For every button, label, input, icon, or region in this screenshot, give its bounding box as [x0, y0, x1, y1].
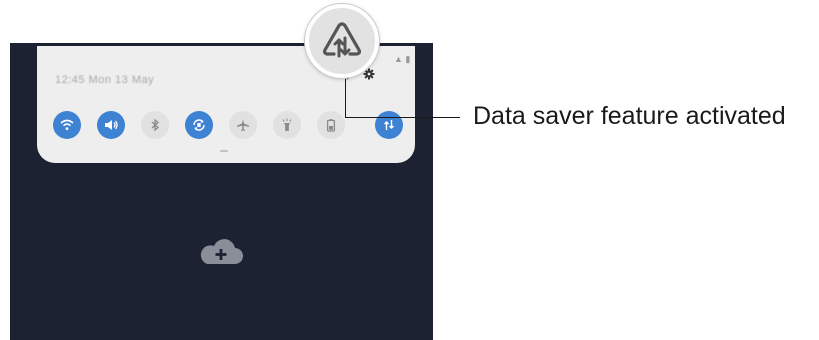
- magnified-data-saver-icon: [305, 4, 379, 78]
- cloud-add-icon[interactable]: [197, 238, 245, 271]
- sound-icon: [105, 120, 118, 130]
- date-time-label: 12:45 Mon 13 May: [55, 74, 155, 86]
- bluetooth-icon: [151, 118, 159, 132]
- callout-label: Data saver feature activated: [473, 102, 786, 130]
- data-saver-icon: [384, 120, 394, 130]
- auto-rotate-icon: [193, 119, 205, 131]
- wifi-tile[interactable]: [53, 111, 81, 139]
- battery-icon: [326, 119, 336, 132]
- callout-leader-vertical: [345, 79, 346, 117]
- power-saving-tile[interactable]: [317, 111, 345, 139]
- flashlight-tile[interactable]: [273, 111, 301, 139]
- callout-leader-horizontal: [345, 117, 460, 118]
- status-indicator: ▲ ▮: [394, 54, 411, 64]
- sound-tile[interactable]: [97, 111, 125, 139]
- auto-rotate-tile[interactable]: [185, 111, 213, 139]
- bluetooth-tile[interactable]: [141, 111, 169, 139]
- data-saver-tile[interactable]: [375, 111, 403, 139]
- airplane-tile[interactable]: [229, 111, 257, 139]
- flashlight-icon: [282, 118, 292, 131]
- panel-drag-handle[interactable]: [220, 150, 228, 152]
- data-saver-icon: [322, 22, 362, 58]
- airplane-icon: [237, 119, 249, 131]
- manual-illustration: 12:45 Mon 13 May ▲ ▮ Data saver feature …: [0, 0, 819, 340]
- wifi-icon: [60, 119, 74, 130]
